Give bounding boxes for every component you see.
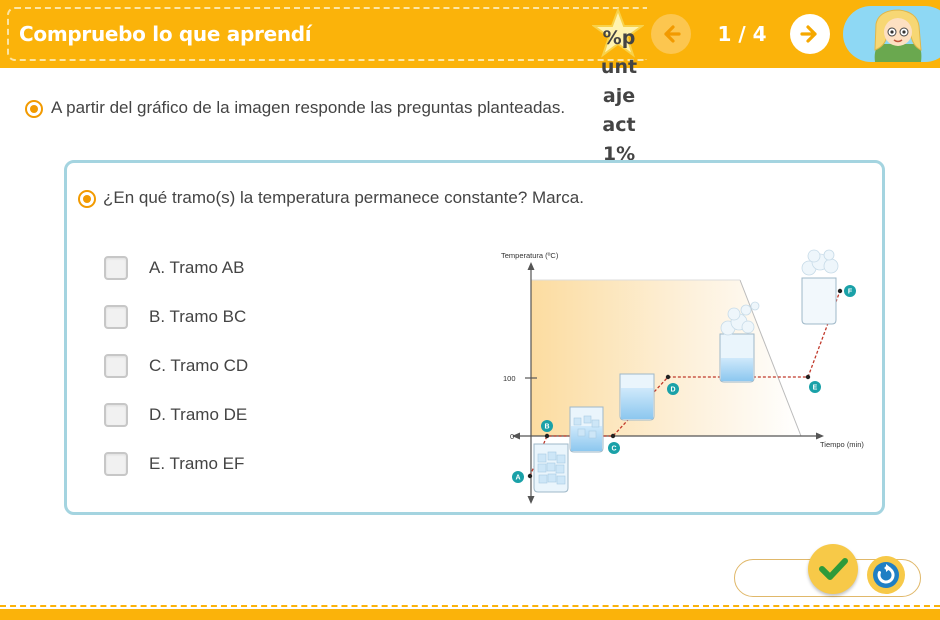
point-c-label: C: [611, 446, 616, 453]
option-a-checkbox[interactable]: [104, 256, 128, 280]
beaker-steam: [801, 249, 839, 325]
page-title: Compruebo lo que aprendí: [19, 22, 312, 46]
footer-bar: [0, 609, 940, 620]
prev-button[interactable]: [651, 14, 691, 54]
beaker-ice-melting: [569, 406, 604, 453]
beaker-water: [619, 373, 655, 421]
option-a[interactable]: A. Tramo AB: [104, 255, 244, 281]
retry-button[interactable]: [867, 556, 905, 594]
checkmark-icon: [819, 558, 848, 580]
arrow-left-icon: [664, 25, 681, 43]
point-a-label: A: [515, 475, 520, 482]
instruction-bullet-icon: [25, 100, 43, 118]
page-indicator: 1 / 4: [717, 22, 767, 46]
next-button[interactable]: [790, 14, 830, 54]
y-axis-label: Temperatura (ºC): [501, 251, 559, 260]
check-answer-button[interactable]: [808, 544, 858, 594]
x-axis-label: Tiempo (min): [820, 440, 864, 449]
option-b-checkbox[interactable]: [104, 305, 128, 329]
heating-curve-figure: Temperatura (ºC) Tiempo (min) 100 0 A B …: [501, 249, 864, 504]
option-b-label: B. Tramo BC: [149, 307, 247, 326]
option-c-checkbox[interactable]: [104, 354, 128, 378]
score-text: %puntajeact1%: [600, 27, 638, 165]
tick-0: 0: [510, 432, 514, 441]
option-d[interactable]: D. Tramo DE: [104, 402, 247, 428]
option-b[interactable]: B. Tramo BC: [104, 304, 246, 330]
option-e-label: E. Tramo EF: [149, 454, 245, 473]
footer-divider: [0, 605, 940, 607]
refresh-icon: [873, 562, 899, 588]
arrow-right-icon: [800, 25, 817, 43]
character-avatar: [843, 6, 940, 62]
question-bullet-icon: [78, 190, 96, 208]
point-e-label: E: [813, 385, 818, 392]
beaker-ice: [533, 443, 569, 493]
option-c-label: C. Tramo CD: [149, 356, 249, 375]
question-text: ¿En qué tramo(s) la temperatura permanec…: [103, 188, 584, 207]
point-b-label: B: [544, 424, 549, 431]
point-d-label: D: [670, 387, 675, 394]
option-d-checkbox[interactable]: [104, 403, 128, 427]
tick-100: 100: [503, 374, 516, 383]
option-e-checkbox[interactable]: [104, 452, 128, 476]
option-a-label: A. Tramo AB: [149, 258, 245, 277]
instruction-text: A partir del gráfico de la imagen respon…: [51, 98, 566, 117]
option-e[interactable]: E. Tramo EF: [104, 451, 244, 477]
option-c[interactable]: C. Tramo CD: [104, 353, 248, 379]
point-f-label: F: [848, 289, 853, 296]
option-d-label: D. Tramo DE: [149, 405, 248, 424]
